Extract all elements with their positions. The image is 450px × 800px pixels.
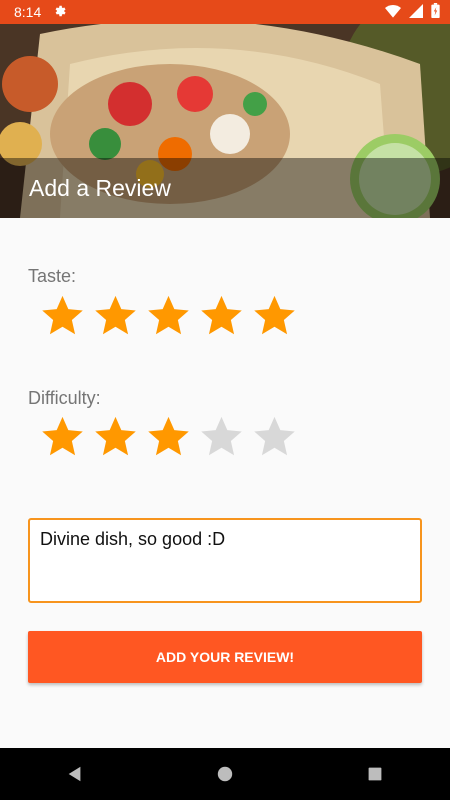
status-bar: 8:14: [0, 0, 450, 24]
hero-image: Add a Review: [0, 24, 450, 218]
star-filled-icon[interactable]: [146, 414, 191, 459]
difficulty-label: Difficulty:: [28, 388, 101, 408]
review-text-field[interactable]: Divine dish, so good :D: [28, 518, 422, 603]
back-icon[interactable]: [45, 754, 105, 794]
star-filled-icon[interactable]: [146, 293, 191, 338]
star-empty-icon[interactable]: [252, 414, 297, 459]
settings-icon: [53, 4, 67, 21]
status-time: 8:14: [14, 4, 42, 20]
add-review-button[interactable]: ADD YOUR REVIEW!: [28, 631, 422, 683]
recents-icon[interactable]: [345, 754, 405, 794]
wifi-icon: [385, 4, 401, 21]
difficulty-rating-bar[interactable]: [40, 414, 297, 459]
signal-icon: [409, 3, 423, 21]
star-filled-icon[interactable]: [40, 293, 85, 338]
page-title: Add a Review: [29, 175, 171, 201]
navigation-bar: [0, 748, 450, 800]
taste-rating-bar[interactable]: [40, 293, 297, 338]
star-filled-icon[interactable]: [40, 414, 85, 459]
taste-label: Taste:: [28, 266, 77, 286]
star-filled-icon[interactable]: [199, 293, 244, 338]
star-empty-icon[interactable]: [199, 414, 244, 459]
star-filled-icon[interactable]: [252, 293, 297, 338]
star-filled-icon[interactable]: [93, 414, 138, 459]
home-icon[interactable]: [195, 754, 255, 794]
battery-icon: [431, 3, 440, 21]
star-filled-icon[interactable]: [93, 293, 138, 338]
